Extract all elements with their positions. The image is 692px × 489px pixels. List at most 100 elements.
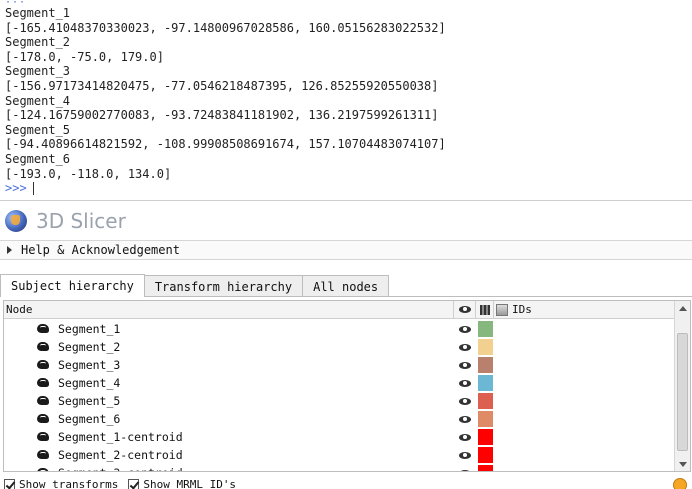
node-name: Segment_3-centroid: [58, 466, 183, 471]
hierarchy-tabs: Subject hierarchy Transform hierarchy Al…: [0, 274, 692, 297]
eye-icon: [459, 325, 471, 333]
segment-icon: [36, 467, 52, 471]
visibility-toggle[interactable]: [454, 469, 476, 471]
console-line: Segment_4: [5, 93, 71, 108]
console-line: Segment_1: [5, 6, 71, 20]
segment-icon: [36, 341, 52, 353]
ids-column-header[interactable]: IDs: [494, 301, 674, 318]
node-name: Segment_3: [58, 358, 121, 372]
subject-hierarchy-tree[interactable]: Node IDs Segment_1 Segment_2 Segment_3 Segm…: [3, 300, 691, 472]
text-caret: [32, 181, 34, 195]
tree-options-bar: Show transforms Show MRML ID's: [0, 478, 692, 489]
app-title: 3D Slicer: [36, 209, 126, 233]
color-swatch: [477, 465, 493, 471]
color-cell[interactable]: [476, 465, 494, 471]
expand-arrow-icon: [7, 246, 12, 254]
node-name: Segment_2: [58, 340, 121, 354]
visibility-toggle[interactable]: [454, 361, 476, 369]
scroll-down-arrow-icon: [679, 461, 687, 467]
console-line: Segment_6: [5, 151, 71, 166]
segment-icon: [36, 377, 52, 389]
console-line: [-156.97173414820475, -77.0546218487395,…: [5, 78, 439, 93]
slicer-logo-icon: [5, 210, 27, 232]
python-console[interactable]: ··· Segment_1 [-165.41048370330023, -97.1…: [0, 0, 692, 200]
tab-transform-hierarchy[interactable]: Transform hierarchy: [143, 275, 304, 297]
tree-header: Node IDs: [4, 301, 690, 319]
console-divider[interactable]: [0, 200, 692, 201]
tree-row[interactable]: Segment_1-centroid: [4, 428, 674, 446]
visibility-toggle[interactable]: [454, 433, 476, 441]
node-name: Segment_5: [58, 394, 121, 408]
console-line: Segment_3: [5, 64, 71, 79]
node-name: Segment_6: [58, 412, 121, 426]
tree-row[interactable]: Segment_6: [4, 410, 674, 428]
visibility-toggle[interactable]: [454, 397, 476, 405]
color-cell[interactable]: [476, 429, 494, 445]
show-mrml-ids-checkbox[interactable]: Show MRML ID's: [128, 478, 236, 489]
node-name-cell[interactable]: Segment_6: [4, 412, 454, 426]
node-name-cell[interactable]: Segment_5: [4, 394, 454, 408]
tree-row[interactable]: Segment_1: [4, 320, 674, 338]
segment-icon: [36, 431, 52, 443]
eye-icon: [459, 397, 471, 405]
help-acknowledgement-collapsible[interactable]: Help & Acknowledgement: [0, 240, 692, 260]
node-column-header[interactable]: Node: [4, 301, 454, 318]
color-swatch: [477, 429, 493, 445]
color-cell[interactable]: [476, 339, 494, 355]
node-name-cell[interactable]: Segment_3: [4, 358, 454, 372]
ids-header-label: IDs: [512, 303, 532, 316]
tree-row[interactable]: Segment_5: [4, 392, 674, 410]
scroll-down-button[interactable]: [675, 457, 690, 471]
color-swatch: [477, 339, 493, 355]
console-line: [-193.0, -118.0, 134.0]: [5, 166, 172, 181]
visibility-toggle[interactable]: [454, 379, 476, 387]
node-name-cell[interactable]: Segment_4: [4, 376, 454, 390]
help-icon[interactable]: [673, 478, 687, 489]
tab-subject-hierarchy[interactable]: Subject hierarchy: [0, 274, 145, 297]
visibility-toggle[interactable]: [454, 451, 476, 459]
checkbox-checked-icon: [128, 479, 140, 489]
eye-icon: [459, 379, 471, 387]
node-name-cell[interactable]: Segment_2: [4, 340, 454, 354]
console-line: [-94.40896614821592, -108.99908508691674…: [5, 137, 446, 152]
tab-all-nodes[interactable]: All nodes: [302, 275, 390, 297]
visibility-toggle[interactable]: [454, 343, 476, 351]
tree-row[interactable]: Segment_2: [4, 338, 674, 356]
show-mrml-ids-label: Show MRML ID's: [143, 478, 237, 489]
node-name-cell[interactable]: Segment_1: [4, 322, 454, 336]
console-prompt: >>>: [5, 181, 27, 196]
node-name: Segment_4: [58, 376, 121, 390]
color-cell[interactable]: [476, 393, 494, 409]
color-cell[interactable]: [476, 357, 494, 373]
console-line: Segment_2: [5, 35, 71, 50]
node-name-cell[interactable]: Segment_1-centroid: [4, 430, 454, 444]
console-prompt-row[interactable]: >>>: [5, 181, 692, 196]
checkbox-checked-icon: [4, 479, 15, 489]
color-cell[interactable]: [476, 321, 494, 337]
color-column-header[interactable]: [476, 301, 494, 318]
color-swatch: [477, 411, 493, 427]
node-name-cell[interactable]: Segment_3-centroid: [4, 466, 454, 471]
color-swatch: [477, 447, 493, 463]
scroll-up-button[interactable]: [675, 301, 690, 315]
eye-icon: [459, 451, 471, 459]
scroll-thumb[interactable]: [677, 333, 688, 451]
tree-row[interactable]: Segment_3: [4, 356, 674, 374]
color-cell[interactable]: [476, 375, 494, 391]
show-transforms-checkbox[interactable]: Show transforms: [4, 478, 118, 489]
visibility-toggle[interactable]: [454, 415, 476, 423]
node-name-cell[interactable]: Segment_2-centroid: [4, 448, 454, 462]
visibility-column-header[interactable]: [454, 301, 476, 318]
color-cell[interactable]: [476, 447, 494, 463]
tree-row[interactable]: Segment_2-centroid: [4, 446, 674, 464]
segment-icon: [36, 395, 52, 407]
color-swatch: [477, 375, 493, 391]
tree-vertical-scrollbar[interactable]: [674, 301, 690, 471]
tree-row[interactable]: Segment_4: [4, 374, 674, 392]
tree-row[interactable]: Segment_3-centroid: [4, 464, 674, 471]
console-line: [-124.16759002770083, -93.72483841181902…: [5, 108, 439, 123]
visibility-toggle[interactable]: [454, 325, 476, 333]
show-transforms-label: Show transforms: [19, 478, 119, 489]
eye-icon: [459, 415, 471, 423]
color-cell[interactable]: [476, 411, 494, 427]
